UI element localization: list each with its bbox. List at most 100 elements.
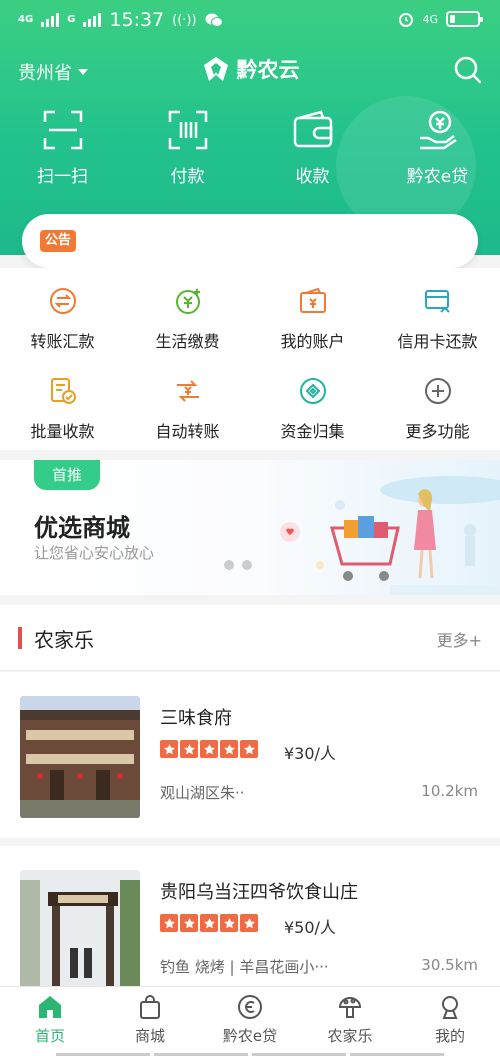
bottom-nav: 首页 商城 黔农e贷 农家乐 我的 <box>0 986 500 1056</box>
credit-card-icon <box>424 290 450 313</box>
listing-location: 钓鱼 烧烤 | 羊昌花画小··· <box>160 958 329 976</box>
quick-label: 黔农e贷 <box>406 167 469 187</box>
bill-payment-icon <box>175 289 200 314</box>
network-type-right: 4G <box>422 12 438 26</box>
star-icon <box>160 914 178 932</box>
nav-mall[interactable]: 商城 <box>100 987 200 1056</box>
loan-hand-icon <box>419 110 457 150</box>
plus-circle-icon <box>424 378 451 404</box>
transfer-icon <box>49 288 76 314</box>
app-brand: 黔农云 <box>0 54 500 84</box>
service-label: 信用卡还款 <box>397 332 478 351</box>
service-grid: 转账汇款 生活缴费 我的账户 信用卡还款 批量收款 自动转账 资金归集 更多功能 <box>0 268 500 450</box>
network-type-2: G <box>67 14 76 25</box>
star-icon <box>240 740 258 758</box>
service-label: 我的账户 <box>280 332 345 351</box>
battery-icon <box>446 11 483 27</box>
promo-banner[interactable]: 首推 优选商城 让您省心安心放心 <box>0 460 500 595</box>
quick-pay[interactable]: 付款 <box>125 108 250 194</box>
nav-home[interactable]: 首页 <box>0 987 100 1056</box>
account-icon <box>299 287 326 313</box>
network-type: 4G <box>18 14 34 25</box>
listing-item[interactable]: 贵阳乌当汪四爷饮食山庄 ¥50/人 钓鱼 烧烤 | 羊昌花画小··· 30.5k… <box>0 846 500 992</box>
service-label: 更多功能 <box>405 422 470 441</box>
app-name: 黔农云 <box>236 58 300 82</box>
star-icon <box>200 740 218 758</box>
listing-name: 三味食府 <box>160 708 232 729</box>
top-bar: 贵州省 黔农云 <box>0 50 500 90</box>
nav-label: 黔农e贷 <box>222 1027 278 1045</box>
service-fund-pool[interactable]: 资金归集 <box>250 376 375 456</box>
quick-actions: 扫一扫 付款 收款 黔农e贷 <box>0 108 500 194</box>
service-transfer[interactable]: 转账汇款 <box>0 286 125 366</box>
loan-icon <box>238 995 262 1019</box>
nav-farmhouse[interactable]: 农家乐 <box>300 987 400 1056</box>
notice-bar[interactable]: 公告 <box>22 214 478 268</box>
fund-pool-icon <box>299 378 326 404</box>
quick-label: 收款 <box>295 167 330 187</box>
shopping-bag-icon <box>140 995 160 1019</box>
rating-stars <box>160 914 258 932</box>
clock: 15:37 <box>109 9 165 31</box>
listing-name: 贵阳乌当汪四爷饮食山庄 <box>160 882 358 903</box>
service-auto-transfer[interactable]: 自动转账 <box>125 376 250 456</box>
star-icon <box>160 740 178 758</box>
rating-stars <box>160 740 258 758</box>
banner-title: 优选商城 <box>34 514 130 542</box>
notice-tag: 公告 <box>40 230 77 252</box>
search-icon[interactable] <box>452 54 484 86</box>
quick-label: 付款 <box>170 167 205 187</box>
service-bills[interactable]: 生活缴费 <box>125 286 250 366</box>
star-icon <box>240 914 258 932</box>
quick-loan[interactable]: 黔农e贷 <box>375 108 500 194</box>
alarm-icon <box>399 13 414 27</box>
quick-label: 扫一扫 <box>37 167 88 187</box>
listing-distance: 10.2km <box>421 782 478 800</box>
listing-price: ¥30/人 <box>284 744 336 763</box>
listing-price: ¥50/人 <box>284 918 336 937</box>
service-more[interactable]: 更多功能 <box>375 376 500 456</box>
service-label: 自动转账 <box>155 422 220 441</box>
star-icon <box>220 914 238 932</box>
nav-label: 商城 <box>134 1027 165 1045</box>
service-label: 批量收款 <box>30 422 95 441</box>
listing-photo <box>20 696 140 818</box>
profile-icon <box>442 996 458 1019</box>
banner-tag: 首推 <box>34 460 100 490</box>
service-label: 转账汇款 <box>30 332 95 351</box>
service-account[interactable]: 我的账户 <box>250 286 375 366</box>
listing-distance: 30.5km <box>421 956 478 974</box>
banner-subtitle: 让您省心安心放心 <box>34 544 155 562</box>
carousel-dot[interactable] <box>224 560 234 570</box>
wechat-icon <box>205 13 223 27</box>
section-title: 农家乐 <box>34 628 94 652</box>
section-accent-bar <box>18 627 22 649</box>
signal-icon <box>41 13 60 27</box>
home-icon <box>39 996 61 1018</box>
signal-icon-2 <box>83 13 102 27</box>
shopping-illustration <box>280 476 500 595</box>
batch-collect-icon <box>50 378 76 404</box>
nav-loan[interactable]: 黔农e贷 <box>200 987 300 1056</box>
listing-photo <box>20 870 140 992</box>
mushroom-icon <box>338 997 362 1018</box>
nav-label: 农家乐 <box>327 1027 373 1045</box>
star-icon <box>180 740 198 758</box>
listing-item[interactable]: 三味食府 ¥30/人 观山湖区朱·· 10.2km <box>0 672 500 838</box>
quick-collect[interactable]: 收款 <box>250 108 375 194</box>
hotspot-icon: ((·)) <box>172 12 197 28</box>
nav-profile[interactable]: 我的 <box>400 987 500 1056</box>
more-link[interactable]: 更多+ <box>437 627 482 651</box>
section-header: 农家乐 更多+ <box>0 605 500 671</box>
wallet-icon <box>293 110 332 148</box>
service-credit-card[interactable]: 信用卡还款 <box>375 286 500 366</box>
app-logo-icon <box>203 57 228 81</box>
quick-scan[interactable]: 扫一扫 <box>0 108 125 194</box>
status-bar: 4G G 15:37 ((·)) 4G <box>0 0 500 40</box>
carousel-dots[interactable] <box>224 560 252 570</box>
barcode-icon <box>168 110 207 150</box>
carousel-dot[interactable] <box>242 560 252 570</box>
service-batch-collect[interactable]: 批量收款 <box>0 376 125 456</box>
service-label: 资金归集 <box>280 422 345 441</box>
star-icon <box>180 914 198 932</box>
